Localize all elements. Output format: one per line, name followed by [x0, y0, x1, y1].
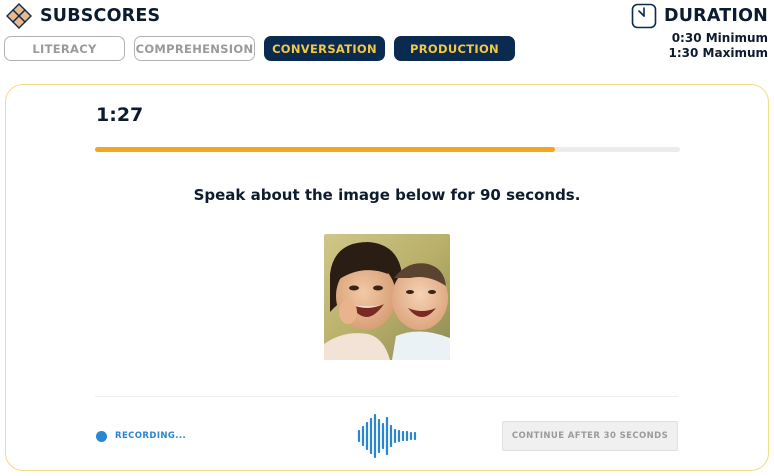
recording-indicator-dot: [96, 431, 107, 442]
footer-divider: [95, 396, 678, 397]
duration-header: DURATION: [631, 2, 768, 30]
duration-minimum: 0:30 Minimum: [671, 31, 768, 45]
continue-button[interactable]: CONTINUE AFTER 30 SECONDS: [502, 421, 678, 451]
subscore-comprehension-button[interactable]: COMPREHENSION: [134, 36, 255, 61]
clock-icon: [631, 3, 657, 29]
subscores-title: SUBSCORES: [40, 6, 161, 26]
subscore-conversation-button[interactable]: CONVERSATION: [264, 36, 385, 61]
prompt-photo: [324, 234, 450, 360]
diamond-grid-logo-icon: [6, 3, 32, 29]
duration-maximum: 1:30 Maximum: [668, 46, 768, 60]
duration-title: DURATION: [664, 6, 768, 26]
task-prompt: Speak about the image below for 90 secon…: [193, 186, 581, 204]
subscore-literacy-button[interactable]: LITERACY: [4, 36, 125, 61]
time-progress-fill: [95, 147, 556, 152]
time-progress-bar: [95, 147, 680, 152]
recording-label: RECORDING...: [115, 431, 187, 441]
subscores-header: SUBSCORES: [6, 2, 160, 30]
countdown-timer: 1:27: [96, 104, 144, 126]
subscore-production-button[interactable]: PRODUCTION: [394, 36, 515, 61]
audio-waveform-icon: [357, 414, 417, 458]
